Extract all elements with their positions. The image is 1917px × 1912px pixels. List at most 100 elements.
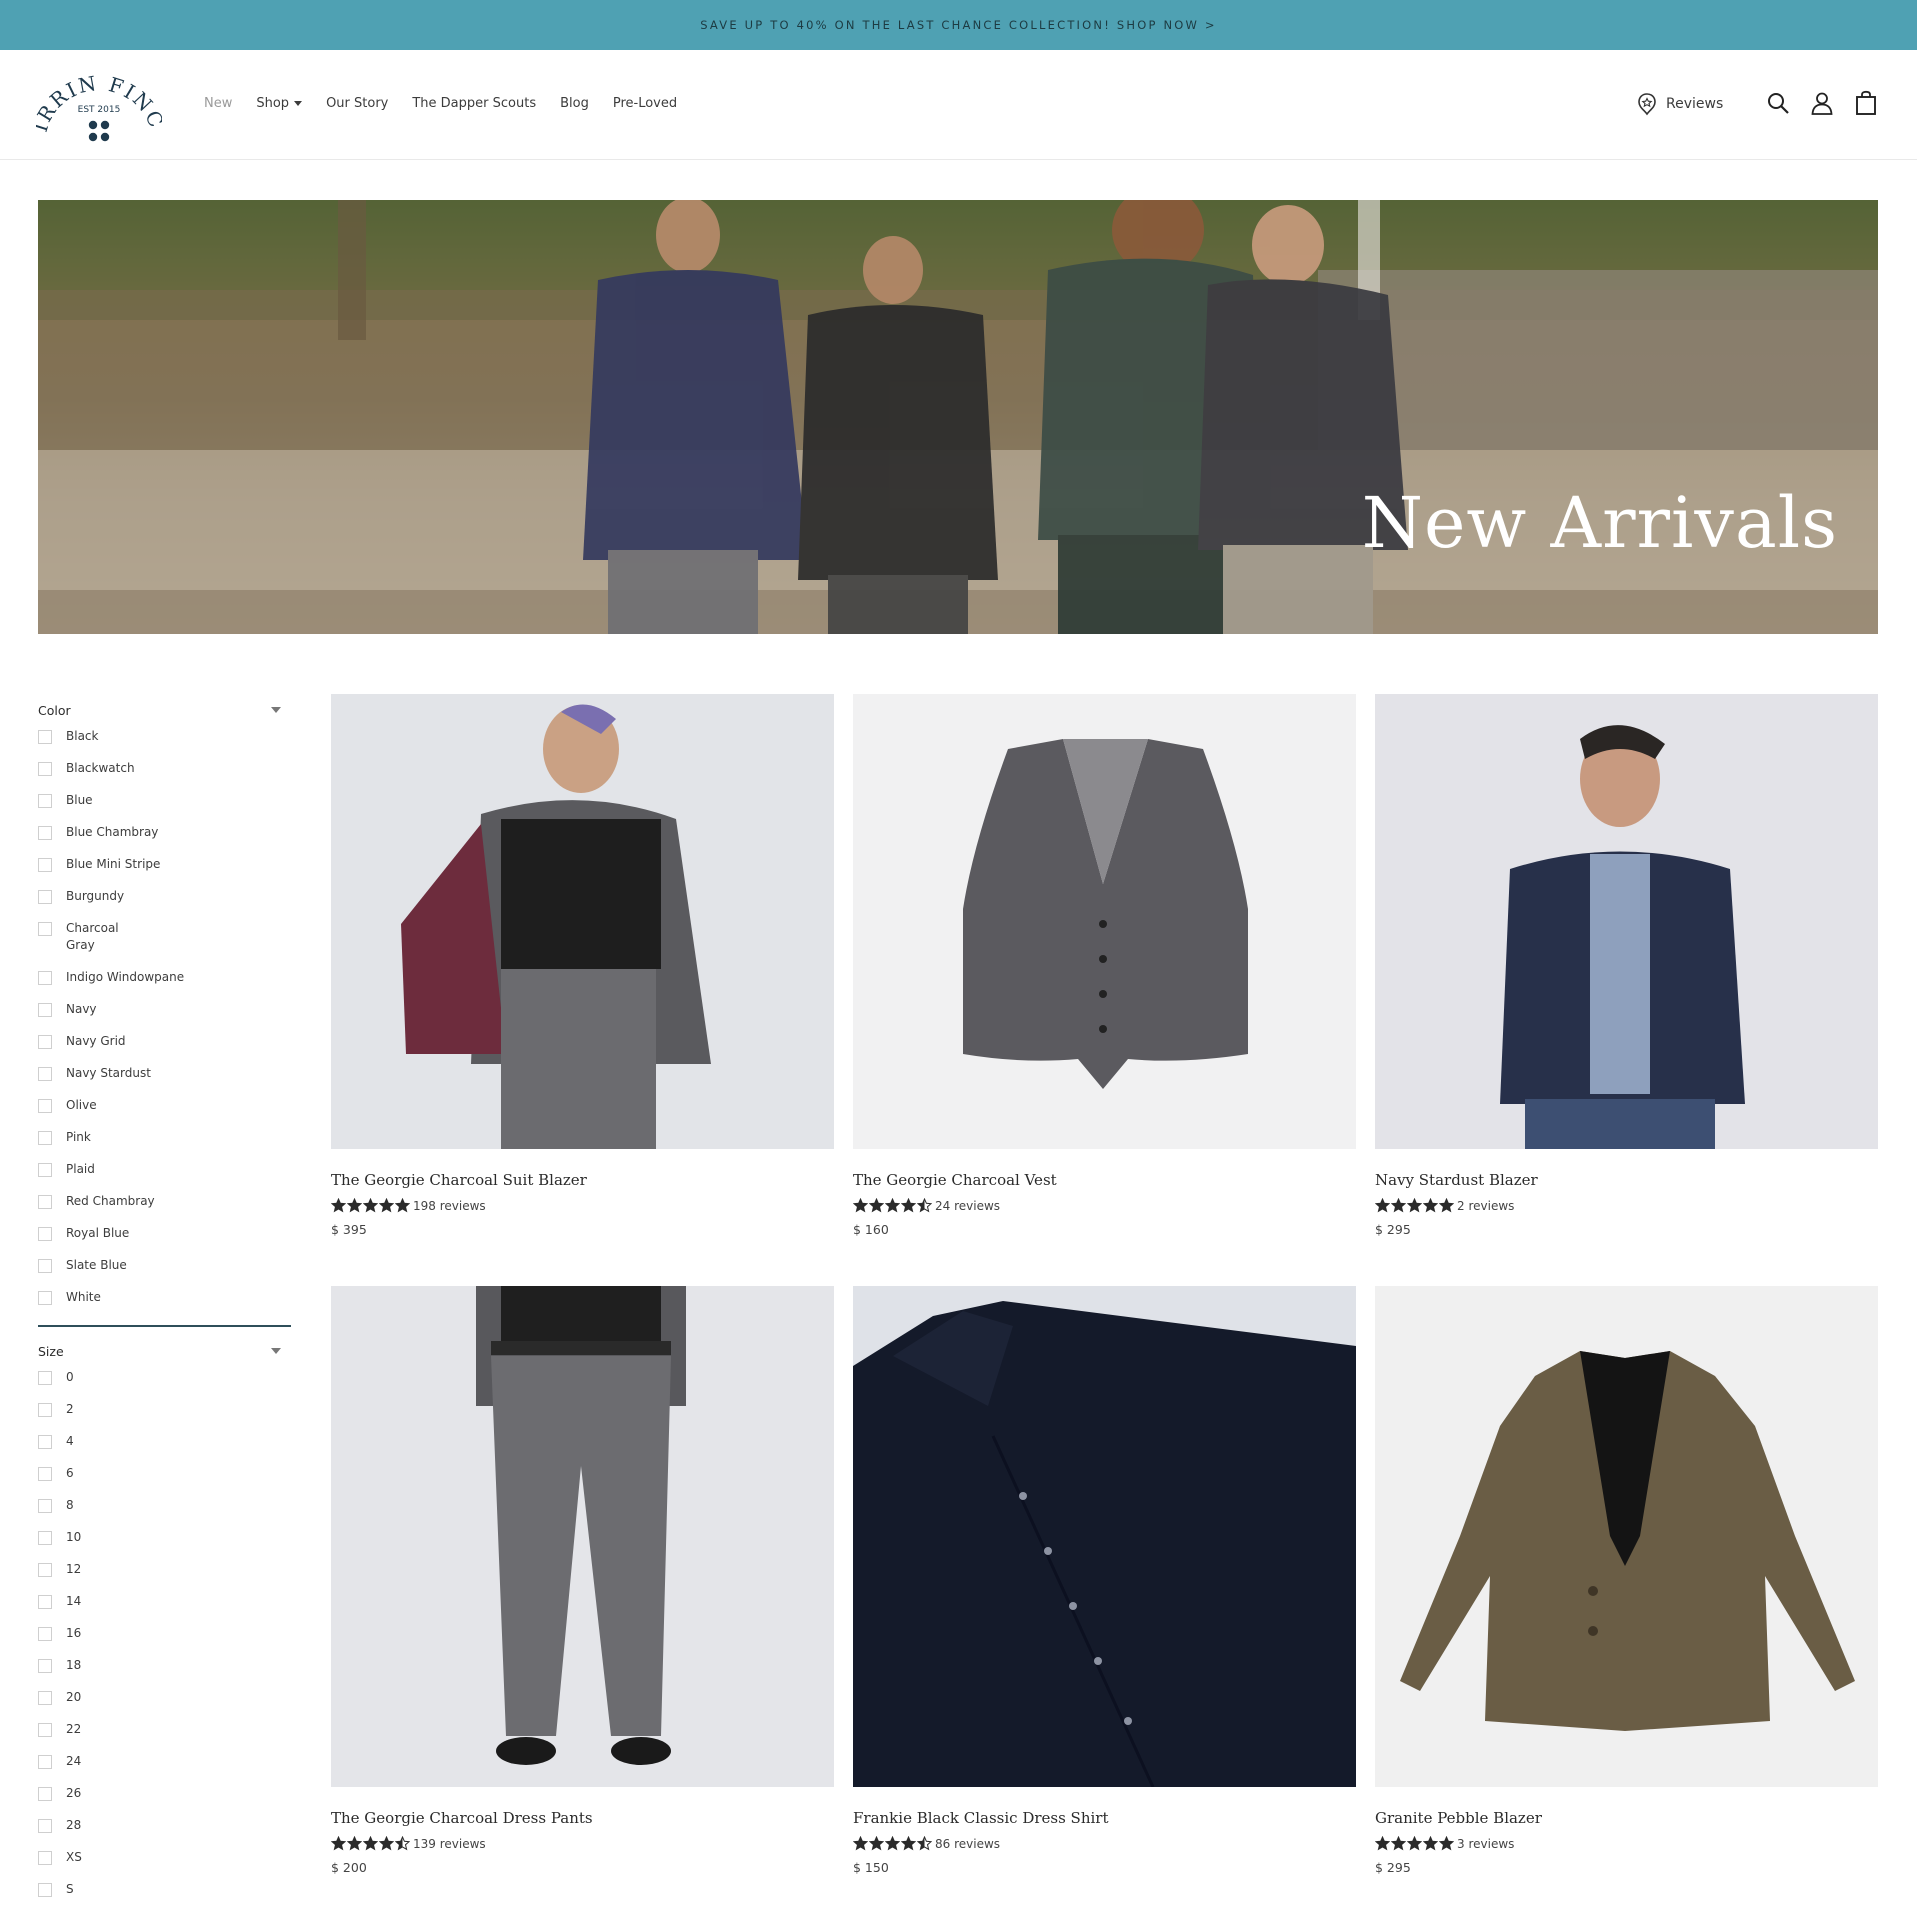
color-filter-option[interactable]: Olive (38, 1089, 291, 1121)
product-name[interactable]: Granite Pebble Blazer (1375, 1809, 1878, 1827)
color-filter-option[interactable]: Pink (38, 1121, 291, 1153)
checkbox[interactable] (38, 1227, 52, 1241)
color-filter-option[interactable]: Red Chambray (38, 1185, 291, 1217)
nav-dapper-scouts[interactable]: The Dapper Scouts (412, 96, 536, 111)
hero-banner[interactable]: New Arrivals (38, 200, 1878, 634)
product-rating[interactable]: 3 reviews (1375, 1836, 1878, 1851)
checkbox[interactable] (38, 1163, 52, 1177)
checkbox[interactable] (38, 794, 52, 808)
size-filter-option[interactable]: 22 (38, 1713, 291, 1745)
checkbox[interactable] (38, 1627, 52, 1641)
checkbox[interactable] (38, 762, 52, 776)
checkbox[interactable] (38, 1563, 52, 1577)
checkbox[interactable] (38, 1851, 52, 1865)
size-filter-option[interactable]: 4 (38, 1425, 291, 1457)
checkbox[interactable] (38, 1531, 52, 1545)
product-card[interactable]: Frankie Black Classic Dress Shirt 86 rev… (853, 1286, 1356, 1875)
nav-new[interactable]: New (204, 96, 232, 111)
product-image[interactable] (1375, 1286, 1878, 1787)
checkbox[interactable] (38, 1435, 52, 1449)
product-image[interactable] (853, 694, 1356, 1149)
nav-our-story[interactable]: Our Story (326, 96, 388, 111)
checkbox[interactable] (38, 1067, 52, 1081)
size-filter-option[interactable]: 6 (38, 1457, 291, 1489)
size-filter-option[interactable]: S (38, 1873, 291, 1905)
product-rating[interactable]: 86 reviews (853, 1836, 1356, 1851)
checkbox[interactable] (38, 1787, 52, 1801)
checkbox[interactable] (38, 890, 52, 904)
checkbox[interactable] (38, 730, 52, 744)
checkbox[interactable] (38, 1131, 52, 1145)
product-rating[interactable]: 139 reviews (331, 1836, 834, 1851)
checkbox[interactable] (38, 1291, 52, 1305)
checkbox[interactable] (38, 1035, 52, 1049)
checkbox[interactable] (38, 1499, 52, 1513)
size-filter-option[interactable]: 16 (38, 1617, 291, 1649)
nav-blog[interactable]: Blog (560, 96, 589, 111)
search-icon[interactable] (1765, 90, 1791, 116)
checkbox[interactable] (38, 1691, 52, 1705)
checkbox[interactable] (38, 1467, 52, 1481)
size-filter-option[interactable]: 26 (38, 1777, 291, 1809)
color-filter-option[interactable]: Slate Blue (38, 1249, 291, 1281)
checkbox[interactable] (38, 858, 52, 872)
checkbox[interactable] (38, 1883, 52, 1897)
color-filter-option[interactable]: Blackwatch (38, 752, 291, 784)
color-filter-option[interactable]: Plaid (38, 1153, 291, 1185)
checkbox[interactable] (38, 1659, 52, 1673)
checkbox[interactable] (38, 1723, 52, 1737)
color-filter-option[interactable]: Burgundy (38, 880, 291, 912)
color-filter-option[interactable]: Royal Blue (38, 1217, 291, 1249)
product-name[interactable]: The Georgie Charcoal Suit Blazer (331, 1171, 834, 1189)
size-filter-option[interactable]: XS (38, 1841, 291, 1873)
size-filter-option[interactable]: 14 (38, 1585, 291, 1617)
product-image[interactable] (331, 694, 834, 1149)
size-filter-header[interactable]: Size (38, 1341, 291, 1361)
product-image[interactable] (331, 1286, 834, 1787)
product-card[interactable]: The Georgie Charcoal Suit Blazer 198 rev… (331, 694, 834, 1237)
size-filter-option[interactable]: 2 (38, 1393, 291, 1425)
checkbox[interactable] (38, 1595, 52, 1609)
product-card[interactable]: The Georgie Charcoal Vest 24 reviews $ 1… (853, 694, 1356, 1237)
chevron-down-icon[interactable] (271, 1348, 281, 1354)
product-card[interactable]: Granite Pebble Blazer 3 reviews $ 295 (1375, 1286, 1878, 1875)
size-filter-option[interactable]: 18 (38, 1649, 291, 1681)
checkbox[interactable] (38, 1195, 52, 1209)
color-filter-option[interactable]: Charcoal Gray (38, 912, 291, 961)
size-filter-option[interactable]: 24 (38, 1745, 291, 1777)
product-name[interactable]: The Georgie Charcoal Vest (853, 1171, 1356, 1189)
color-filter-option[interactable]: Blue Chambray (38, 816, 291, 848)
nav-shop[interactable]: Shop (256, 96, 303, 111)
color-filter-option[interactable]: Navy Grid (38, 1025, 291, 1057)
checkbox[interactable] (38, 1099, 52, 1113)
size-filter-option[interactable]: 12 (38, 1553, 291, 1585)
checkbox[interactable] (38, 1819, 52, 1833)
product-name[interactable]: Frankie Black Classic Dress Shirt (853, 1809, 1356, 1827)
product-name[interactable]: The Georgie Charcoal Dress Pants (331, 1809, 834, 1827)
chevron-down-icon[interactable] (271, 707, 281, 713)
size-filter-option[interactable]: 0 (38, 1361, 291, 1393)
product-image[interactable] (853, 1286, 1356, 1787)
color-filter-option[interactable]: Blue (38, 784, 291, 816)
checkbox[interactable] (38, 971, 52, 985)
cart-icon[interactable] (1853, 90, 1879, 116)
checkbox[interactable] (38, 922, 52, 936)
product-card[interactable]: Navy Stardust Blazer 2 reviews $ 295 (1375, 694, 1878, 1237)
color-filter-option[interactable]: Indigo Windowpane (38, 961, 291, 993)
product-card[interactable]: The Georgie Charcoal Dress Pants 139 rev… (331, 1286, 834, 1875)
color-filter-option[interactable]: Navy Stardust (38, 1057, 291, 1089)
color-filter-option[interactable]: Blue Mini Stripe (38, 848, 291, 880)
product-rating[interactable]: 24 reviews (853, 1198, 1356, 1213)
checkbox[interactable] (38, 1403, 52, 1417)
color-filter-header[interactable]: Color (38, 700, 291, 720)
checkbox[interactable] (38, 1371, 52, 1385)
color-filter-option[interactable]: Black (38, 720, 291, 752)
size-filter-option[interactable]: 20 (38, 1681, 291, 1713)
checkbox[interactable] (38, 1003, 52, 1017)
brand-logo[interactable]: KIRRIN FINCH EST 2015 (36, 64, 162, 150)
nav-pre-loved[interactable]: Pre-Loved (613, 96, 677, 111)
size-filter-option[interactable]: 10 (38, 1521, 291, 1553)
checkbox[interactable] (38, 1755, 52, 1769)
reviews-link[interactable]: Reviews (1636, 92, 1723, 116)
size-filter-option[interactable]: 28 (38, 1809, 291, 1841)
